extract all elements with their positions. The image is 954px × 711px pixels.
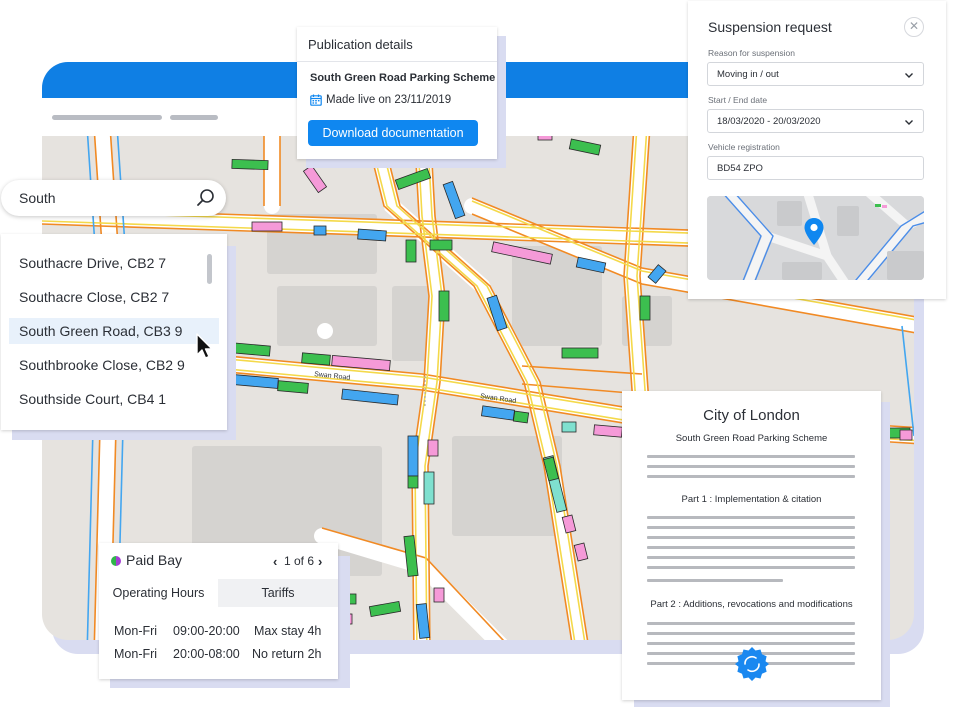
reason-label: Reason for suspension (708, 48, 795, 58)
vehicle-registration-field[interactable]: BD54 ZPO (707, 156, 924, 180)
row-rule: No return 2h (252, 647, 322, 661)
text-line (647, 566, 855, 569)
vehicle-value: BD54 ZPO (717, 163, 763, 174)
text-line (647, 556, 855, 559)
download-documentation-button[interactable]: Download documentation (308, 120, 478, 146)
dates-value: 18/03/2020 - 20/03/2020 (717, 116, 821, 127)
row-days: Mon-Fri (114, 647, 158, 661)
search-icon[interactable] (196, 188, 216, 208)
toolbar-placeholder-1 (52, 115, 162, 120)
text-line (647, 465, 855, 468)
publication-title: Publication details (308, 37, 413, 52)
document-subtitle: South Green Road Parking Scheme (675, 433, 828, 444)
text-line (647, 475, 855, 478)
reason-value: Moving in / out (717, 69, 779, 80)
suggestion-list: Southacre Drive, CB2 7 Southacre Close, … (1, 234, 227, 430)
toolbar-placeholder-2 (170, 115, 218, 120)
suggestion-scrollbar[interactable] (207, 254, 212, 284)
paid-bay-title: Paid Bay (126, 552, 183, 568)
search-input[interactable]: South (19, 190, 56, 206)
reason-select[interactable]: Moving in / out (707, 62, 924, 86)
map-pin-icon (804, 218, 824, 245)
mouse-cursor-icon (196, 333, 213, 359)
row-days: Mon-Fri (114, 624, 158, 638)
tab-tariffs[interactable]: Tariffs (218, 579, 338, 607)
bay-type-dot-icon (111, 556, 121, 566)
traffic-order-document[interactable]: City of London South Green Road Parking … (622, 391, 881, 700)
search-box[interactable]: South (1, 180, 226, 216)
row-hours: 20:00-08:00 (173, 647, 240, 661)
publication-live-date: Made live on 23/11/2019 (326, 94, 452, 106)
document-part-1-heading: Part 1 : Implementation & citation (681, 494, 822, 505)
publication-scheme-name: South Green Road Parking Scheme (310, 72, 496, 84)
suspension-title: Suspension request (708, 19, 832, 35)
chevron-down-icon (905, 73, 913, 78)
suspension-request-card: Suspension request ✕ Reason for suspensi… (688, 1, 946, 299)
suggestion-item[interactable]: Southacre Close, CB2 7 (9, 284, 219, 310)
vehicle-label: Vehicle registration (708, 142, 780, 152)
chevron-right-icon[interactable]: › (318, 554, 322, 569)
suggestion-item[interactable]: Southside Court, CB4 1 (9, 386, 219, 412)
text-line (647, 536, 855, 539)
suggestion-item[interactable]: Southbrooke Close, CB2 9 (9, 352, 219, 378)
text-line (647, 622, 855, 625)
document-title: City of London (703, 407, 800, 424)
location-mini-map[interactable] (707, 196, 924, 280)
dates-label: Start / End date (708, 95, 768, 105)
publication-details-card: Publication details South Green Road Par… (297, 27, 497, 159)
paid-bay-card: Paid Bay ‹ 1 of 6 › Operating Hours Tari… (99, 543, 338, 679)
row-hours: 09:00-20:00 (173, 624, 240, 638)
date-range-select[interactable]: 18/03/2020 - 20/03/2020 (707, 109, 924, 133)
document-part-2-heading: Part 2 : Additions, revocations and modi… (650, 599, 853, 610)
publication-header: Publication details (297, 27, 497, 62)
text-line (647, 455, 855, 458)
roundabout (317, 323, 333, 339)
text-line (647, 642, 855, 645)
calendar-icon (310, 94, 322, 106)
text-line (647, 632, 855, 635)
tab-operating-hours[interactable]: Operating Hours (99, 579, 218, 607)
text-line (647, 579, 783, 582)
text-line (647, 516, 855, 519)
chevron-down-icon (905, 120, 913, 125)
suggestion-item[interactable]: Southacre Drive, CB2 7 (9, 250, 219, 276)
bay-pager: 1 of 6 (284, 554, 315, 568)
chevron-left-icon[interactable]: ‹ (273, 554, 277, 569)
text-line (647, 526, 855, 529)
text-line (647, 546, 855, 549)
row-rule: Max stay 4h (254, 624, 322, 638)
official-seal-icon (735, 647, 769, 681)
suggestion-item-selected[interactable]: South Green Road, CB3 9 (9, 318, 219, 344)
close-icon[interactable]: ✕ (904, 17, 924, 37)
